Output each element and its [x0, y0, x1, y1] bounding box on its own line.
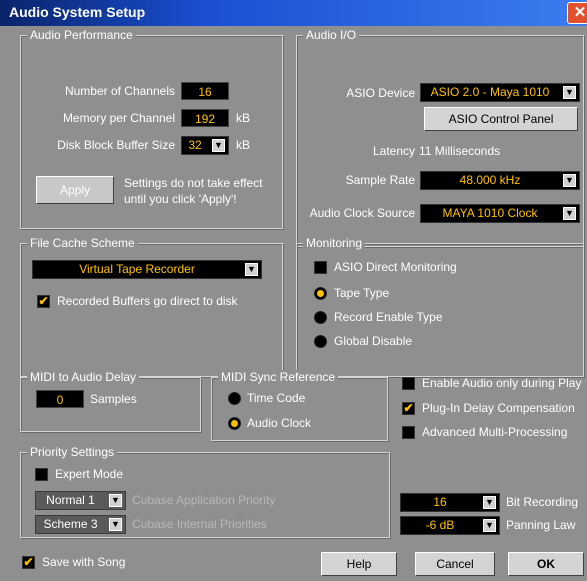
disk-buffer-value: 32	[188, 138, 202, 152]
apply-note-line-1: Settings do not take effect	[124, 176, 263, 190]
save-with-song-label: Save with Song	[42, 555, 126, 569]
midi-audio-delay-unit: Samples	[90, 392, 137, 406]
bit-recording-value: 16	[433, 495, 447, 509]
audio-io-legend: Audio I/O	[303, 28, 360, 42]
chevron-down-icon: ▼	[109, 494, 122, 507]
enable-audio-label: Enable Audio only during Play	[422, 376, 582, 390]
sample-rate-value: 48.000 kHz	[459, 173, 521, 187]
file-cache-dropdown[interactable]: Virtual Tape Recorder ▼	[32, 260, 262, 279]
clock-source-value: MAYA 1010 Clock	[442, 206, 538, 220]
panning-law-label: Panning Law	[506, 518, 576, 532]
expert-mode-checkbox[interactable]	[35, 468, 48, 481]
chevron-down-icon: ▼	[563, 207, 576, 220]
file-cache-legend: File Cache Scheme	[27, 236, 138, 250]
help-button[interactable]: Help	[321, 552, 397, 576]
apply-note-line-2: until you click 'Apply'!	[124, 192, 237, 206]
midi-sync-group: MIDI Sync Reference	[211, 370, 388, 441]
internal-priority-value: Scheme 3	[43, 517, 98, 531]
priority-legend: Priority Settings	[27, 445, 118, 459]
advanced-mp-label: Advanced Multi-Processing	[422, 425, 568, 439]
bit-recording-dropdown[interactable]: 16 ▼	[400, 493, 500, 512]
audio-performance-legend: Audio Performance	[27, 28, 136, 42]
close-icon[interactable]: ✕	[567, 2, 587, 24]
asio-direct-monitoring-checkbox[interactable]	[314, 261, 327, 274]
asio-device-dropdown[interactable]: ASIO 2.0 - Maya 1010 ▼	[420, 83, 580, 102]
asio-direct-monitoring-label: ASIO Direct Monitoring	[334, 260, 457, 274]
memory-value[interactable]: 192	[181, 109, 229, 127]
app-priority-dropdown[interactable]: Normal 1 ▼	[35, 491, 126, 510]
advanced-mp-checkbox[interactable]	[402, 426, 415, 439]
internal-priority-label: Cubase Internal Priorities	[132, 517, 267, 531]
chevron-down-icon: ▼	[483, 496, 496, 509]
global-disable-radio[interactable]	[314, 335, 327, 348]
monitoring-legend: Monitoring	[303, 236, 366, 250]
app-priority-value: Normal 1	[46, 493, 95, 507]
recorded-buffers-label: Recorded Buffers go direct to disk	[57, 294, 238, 308]
midi-audio-delay-legend: MIDI to Audio Delay	[27, 370, 140, 384]
chevron-down-icon: ▼	[109, 518, 122, 531]
expert-mode-label: Expert Mode	[55, 467, 124, 481]
clock-source-label: Audio Clock Source	[309, 206, 415, 220]
enable-audio-checkbox[interactable]	[402, 377, 415, 390]
chevron-down-icon: ▼	[563, 86, 576, 99]
tape-type-radio[interactable]	[314, 287, 327, 300]
chevron-down-icon: ▼	[563, 174, 576, 187]
plugin-delay-label: Plug-In Delay Compensation	[422, 401, 575, 415]
apply-button[interactable]: Apply	[36, 176, 114, 204]
chevron-down-icon: ▼	[483, 519, 496, 532]
record-enable-type-label: Record Enable Type	[334, 310, 443, 324]
time-code-radio[interactable]	[228, 392, 241, 405]
asio-control-panel-button[interactable]: ASIO Control Panel	[424, 107, 578, 131]
channels-value[interactable]: 16	[181, 82, 229, 100]
latency-label: Latency	[372, 144, 415, 158]
asio-device-label: ASIO Device	[346, 86, 415, 100]
midi-audio-delay-value[interactable]: 0	[36, 390, 84, 408]
chevron-down-icon: ▼	[245, 263, 258, 276]
save-with-song-checkbox[interactable]: ✔	[22, 556, 35, 569]
record-enable-type-radio[interactable]	[314, 311, 327, 324]
clock-source-dropdown[interactable]: MAYA 1010 Clock ▼	[420, 204, 580, 223]
window-title: Audio System Setup	[9, 4, 146, 20]
panning-law-dropdown[interactable]: -6 dB ▼	[400, 516, 500, 535]
chevron-down-icon: ▼	[212, 139, 225, 152]
audio-clock-label: Audio Clock	[247, 416, 312, 430]
tape-type-label: Tape Type	[334, 286, 390, 300]
internal-priority-dropdown[interactable]: Scheme 3 ▼	[35, 515, 126, 534]
memory-unit: kB	[236, 111, 251, 125]
recorded-buffers-checkbox[interactable]: ✔	[37, 295, 50, 308]
audio-clock-radio[interactable]	[228, 417, 241, 430]
disk-buffer-dropdown[interactable]: 32 ▼	[181, 136, 229, 155]
disk-buffer-unit: kB	[236, 138, 251, 152]
latency-value: 11 Milliseconds	[419, 144, 501, 158]
bit-recording-label: Bit Recording	[506, 495, 579, 509]
cancel-button[interactable]: Cancel	[415, 552, 495, 576]
disk-buffer-label: Disk Block Buffer Size	[57, 138, 175, 152]
panning-law-value: -6 dB	[425, 518, 455, 532]
global-disable-label: Global Disable	[334, 334, 413, 348]
ok-button[interactable]: OK	[508, 552, 584, 576]
asio-device-value: ASIO 2.0 - Maya 1010	[430, 85, 550, 99]
time-code-label: Time Code	[247, 391, 306, 405]
sample-rate-dropdown[interactable]: 48.000 kHz ▼	[420, 171, 580, 190]
file-cache-value: Virtual Tape Recorder	[79, 262, 195, 276]
app-priority-label: Cubase Application Priority	[132, 493, 276, 507]
title-bar: Audio System Setup ✕	[0, 0, 587, 26]
midi-sync-legend: MIDI Sync Reference	[218, 370, 339, 384]
memory-label: Memory per Channel	[62, 111, 175, 125]
dialog-body: Audio Performance Number of Channels 16 …	[0, 26, 587, 581]
sample-rate-label: Sample Rate	[345, 173, 415, 187]
channels-label: Number of Channels	[64, 84, 175, 98]
plugin-delay-checkbox[interactable]: ✔	[402, 402, 415, 415]
